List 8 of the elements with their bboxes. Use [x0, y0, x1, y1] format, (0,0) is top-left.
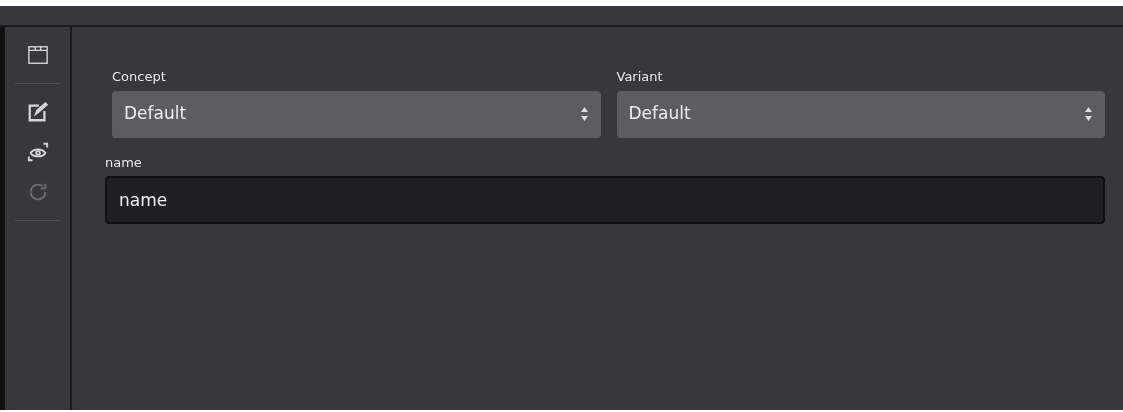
name-input[interactable]: name	[105, 176, 1105, 224]
up-down-caret-icon	[579, 106, 589, 122]
dropdown-select[interactable]: Default	[616, 90, 1105, 138]
select-label: Concept	[112, 68, 167, 86]
select-label: Variant	[616, 68, 664, 86]
dropdown-select[interactable]: Default	[112, 90, 601, 138]
field-label: name	[105, 153, 143, 172]
up-down-caret-icon	[1084, 106, 1093, 122]
